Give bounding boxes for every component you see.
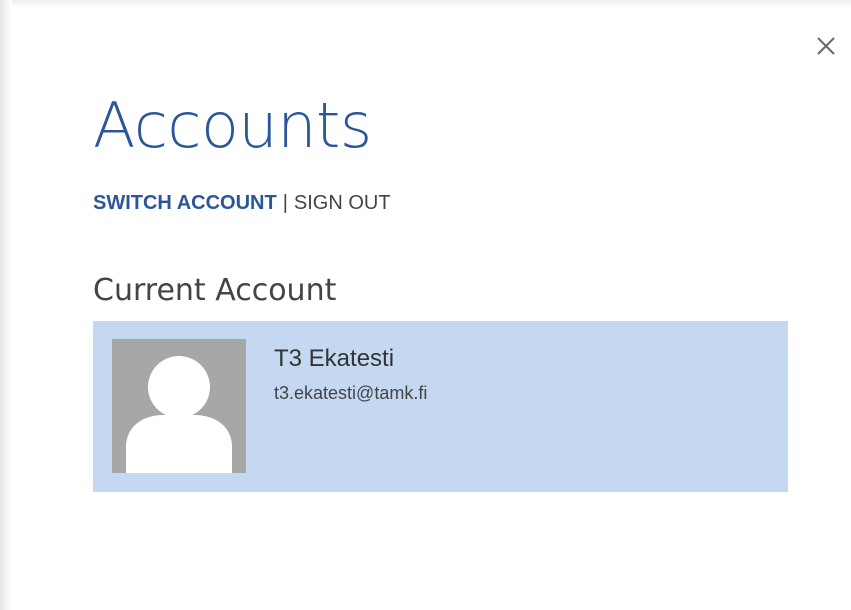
current-account-card[interactable]: T3 Ekatesti t3.ekatesti@tamk.fi [93, 321, 788, 492]
default-user-avatar-icon [112, 339, 246, 473]
current-account-heading: Current Account [93, 273, 337, 308]
dialog-top-edge [12, 0, 851, 8]
sign-out-link[interactable]: SIGN OUT [294, 192, 391, 214]
accounts-dialog: Accounts SWITCH ACCOUNT | SIGN OUT Current… [0, 0, 851, 610]
link-separator: | [282, 192, 288, 214]
page-title: Accounts [93, 89, 372, 162]
account-email: t3.ekatesti@tamk.fi [274, 383, 428, 403]
dialog-left-edge [0, 0, 12, 610]
avatar [112, 339, 246, 473]
close-icon [817, 37, 835, 55]
switch-account-link[interactable]: SWITCH ACCOUNT [93, 192, 277, 214]
account-actions: SWITCH ACCOUNT | SIGN OUT [93, 190, 391, 216]
account-name: T3 Ekatesti [274, 345, 395, 372]
close-button[interactable] [810, 30, 842, 62]
